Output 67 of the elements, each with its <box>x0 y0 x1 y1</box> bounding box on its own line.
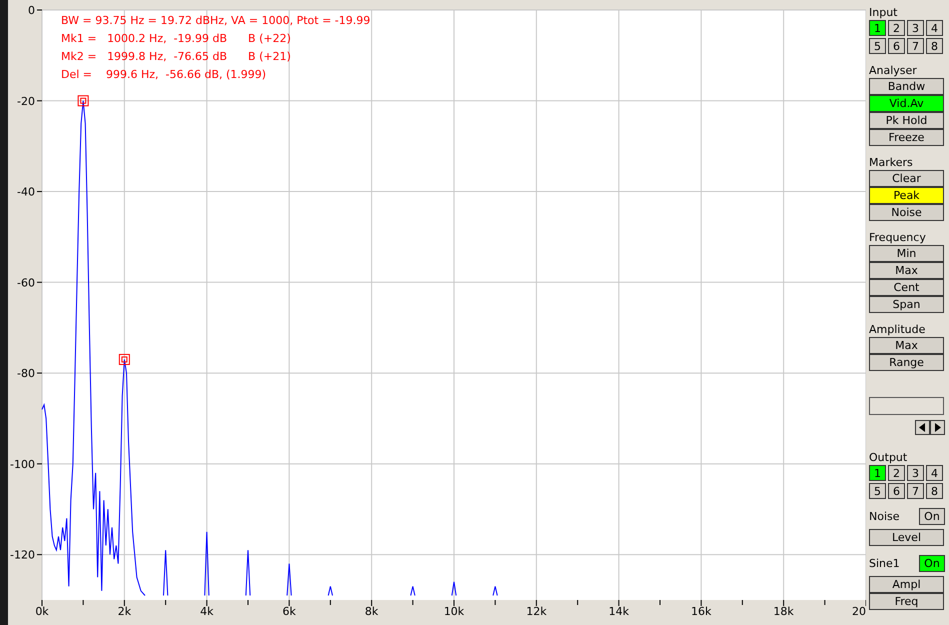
section-title: Sine1 <box>869 556 900 571</box>
y-tick-label: -80 <box>17 367 35 380</box>
x-tick-label: 4k <box>200 605 214 618</box>
section-title: Analyser <box>869 63 918 78</box>
channel-button[interactable]: 1 <box>869 465 886 481</box>
channel-button[interactable]: 8 <box>926 483 943 499</box>
channel-button[interactable]: 1 <box>869 20 886 36</box>
section-title: Input <box>869 5 898 20</box>
readout-text: BW = 93.75 Hz = 19.72 dBHz, VA = 1000, Ptot = -19.99 <box>61 14 370 27</box>
channel-button[interactable]: 7 <box>907 483 924 499</box>
channel-button[interactable]: 4 <box>926 20 943 36</box>
panel-button[interactable]: Min <box>869 245 944 262</box>
input-field[interactable] <box>869 397 944 415</box>
x-tick-label: 18k <box>773 605 794 618</box>
x-tick-label: 16k <box>691 605 712 618</box>
section-title: Noise <box>869 509 900 524</box>
y-tick-label: 0 <box>28 4 35 17</box>
channel-button[interactable]: 5 <box>869 483 886 499</box>
panel-button[interactable]: Ampl <box>869 576 944 593</box>
panel-button[interactable]: Pk Hold <box>869 112 944 129</box>
toggle-button[interactable]: On <box>919 508 945 525</box>
x-tick-label: 10k <box>444 605 464 618</box>
channel-button[interactable]: 2 <box>888 465 905 481</box>
channel-button[interactable]: 6 <box>888 38 905 54</box>
readout-text: Del = 999.6 Hz, -56.66 dB, (1.999) <box>61 68 266 81</box>
x-tick-label: 6k <box>282 605 296 618</box>
panel-button[interactable]: Max <box>869 337 944 354</box>
panel-button[interactable]: Freq <box>869 593 944 610</box>
panel-button[interactable]: Bandw <box>869 78 944 95</box>
y-tick-label: -100 <box>10 458 35 471</box>
panel-button[interactable]: Vid.Av <box>869 95 944 112</box>
panel-button[interactable]: Span <box>869 296 944 313</box>
x-tick-label: 0k <box>35 605 49 618</box>
panel-button[interactable]: Level <box>869 529 944 546</box>
panel-button[interactable]: Max <box>869 262 944 279</box>
channel-button[interactable]: 7 <box>907 38 924 54</box>
panel-button[interactable]: Range <box>869 354 944 371</box>
channel-button[interactable]: 6 <box>888 483 905 499</box>
x-tick-label: 8k <box>364 605 378 618</box>
panel-button[interactable]: Peak <box>869 187 944 204</box>
section-title: Amplitude <box>869 322 926 337</box>
y-tick-label: -20 <box>17 94 35 108</box>
panel-button[interactable]: Clear <box>869 170 944 187</box>
channel-button[interactable]: 2 <box>888 20 905 36</box>
x-tick-label: 20 <box>852 605 866 618</box>
x-tick-label: 2k <box>118 605 132 618</box>
channel-button[interactable]: 8 <box>926 38 943 54</box>
x-tick-label: 12k <box>526 605 547 618</box>
readout-text: Mk1 = 1000.2 Hz, -19.99 dB B (+22) <box>61 32 291 45</box>
section-title: Output <box>869 450 908 465</box>
readout-text: Mk2 = 1999.8 Hz, -76.65 dB B (+21) <box>61 50 291 63</box>
toggle-button[interactable]: On <box>919 555 945 572</box>
marker-square <box>78 95 89 106</box>
section-title: Markers <box>869 155 914 170</box>
channel-button[interactable]: 5 <box>869 38 886 54</box>
panel-button[interactable]: Noise <box>869 204 944 221</box>
panel-button[interactable]: Cent <box>869 279 944 296</box>
panel-button[interactable]: Freeze <box>869 129 944 146</box>
marker-square <box>118 354 130 365</box>
channel-button[interactable]: 3 <box>907 20 924 36</box>
y-tick-label: -60 <box>17 276 35 290</box>
y-tick-label: -40 <box>17 186 35 199</box>
section-title: Frequency <box>869 230 927 245</box>
channel-button[interactable]: 3 <box>907 465 924 481</box>
x-tick-label: 14k <box>608 605 629 618</box>
channel-button[interactable]: 4 <box>926 465 943 481</box>
y-tick-label: -120 <box>10 548 35 562</box>
